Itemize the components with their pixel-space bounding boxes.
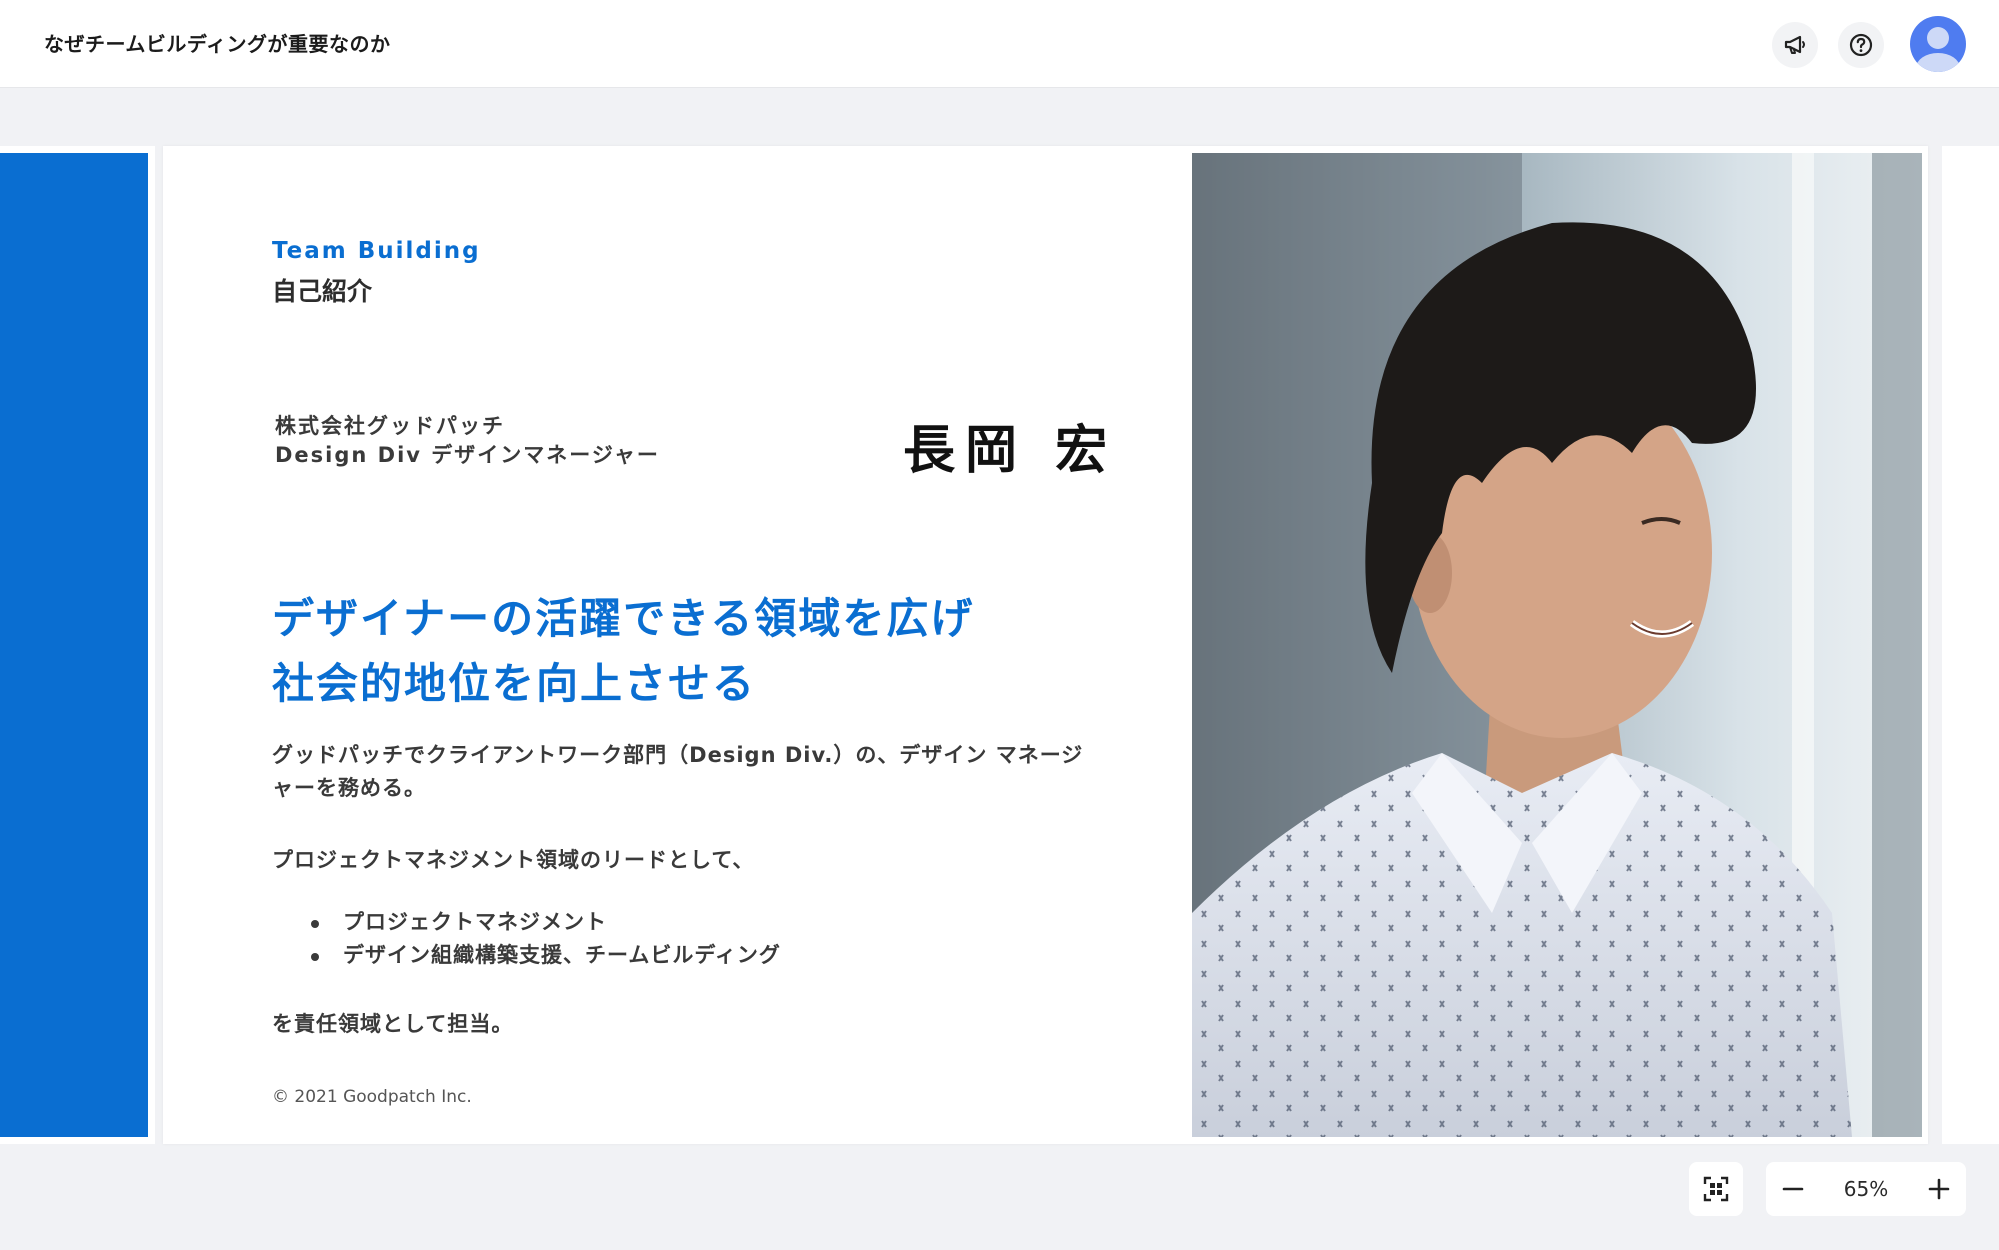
slide-kicker: Team Building — [272, 238, 481, 264]
current-slide[interactable]: Team Building 自己紹介 株式会社グッドパッチ Design Div… — [163, 146, 1928, 1144]
list-item: デザイン組織構築支援、チームビルディング — [311, 939, 781, 972]
document-title: なぜチームビルディングが重要なのか — [44, 32, 391, 56]
slide-closing-text: を責任領域として担当。 — [272, 1012, 514, 1036]
responsibility-list: プロジェクトマネジメント デザイン組織構築支援、チームビルディング — [311, 906, 781, 972]
copyright-notice: © 2021 Goodpatch Inc. — [272, 1087, 472, 1107]
plus-icon — [1928, 1178, 1950, 1200]
job-title: Design Div デザインマネージャー — [275, 443, 660, 467]
company-affiliation: 株式会社グッドパッチ Design Div デザインマネージャー — [275, 412, 660, 470]
headline-line-2: 社会的地位を向上させる — [272, 659, 757, 708]
announcements-button[interactable] — [1772, 22, 1818, 68]
user-avatar[interactable] — [1910, 16, 1966, 72]
help-button[interactable] — [1838, 22, 1884, 68]
top-bar: なぜチームビルディングが重要なのか — [0, 0, 1999, 88]
next-slide[interactable] — [1942, 146, 1999, 1144]
slide-section-title: 自己紹介 — [272, 277, 373, 306]
slide-lead-text: プロジェクトマネジメント領域のリードとして、 — [272, 848, 755, 872]
person-name: 長岡 宏 — [903, 420, 1118, 481]
zoom-out-button[interactable] — [1766, 1162, 1820, 1216]
previous-slide-blue-panel — [0, 153, 148, 1137]
help-icon — [1849, 33, 1873, 57]
headline-line-1: デザイナーの活躍できる領域を広げ — [272, 594, 975, 643]
previous-slide[interactable] — [0, 146, 155, 1144]
minus-icon — [1782, 1187, 1804, 1191]
list-item: プロジェクトマネジメント — [311, 906, 781, 939]
zoom-in-button[interactable] — [1912, 1162, 1966, 1216]
zoom-level: 65% — [1843, 1177, 1889, 1201]
fit-screen-icon — [1703, 1176, 1729, 1202]
slide-headline: デザイナーの活躍できる領域を広げ 社会的地位を向上させる — [272, 586, 1052, 716]
zoom-control: 65% — [1766, 1162, 1966, 1216]
megaphone-icon — [1784, 35, 1805, 54]
portrait-photo-illustration — [1192, 153, 1922, 1137]
slide-body-text: グッドパッチでクライアントワーク部門（Design Div.）の、デザイン マネ… — [272, 743, 1084, 800]
portrait-photo — [1192, 153, 1922, 1137]
user-avatar-icon — [1916, 27, 1960, 72]
company-name: 株式会社グッドパッチ — [275, 414, 505, 438]
fit-to-screen-button[interactable] — [1689, 1162, 1743, 1216]
